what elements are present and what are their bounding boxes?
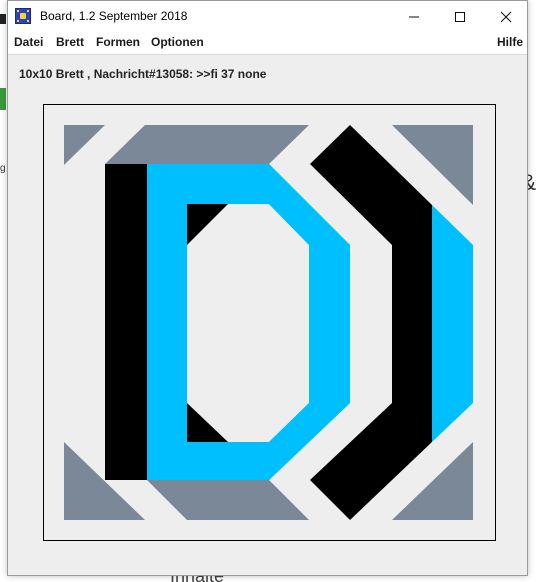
background-fragment — [0, 14, 6, 24]
minimize-icon — [409, 16, 419, 17]
status-message: 10x10 Brett , Nachricht#13058: >>fi 37 n… — [19, 67, 267, 81]
board-window: Board, 1.2 September 2018 Datei Brett Fo… — [7, 0, 528, 576]
board-shape-black — [187, 204, 228, 245]
maximize-icon — [455, 11, 465, 22]
menu-formen[interactable]: Formen — [96, 35, 140, 49]
board-shape-cyan — [432, 205, 473, 442]
maximize-button[interactable] — [437, 1, 483, 32]
menu-bar: Datei Brett Formen Optionen Hilfe — [8, 32, 527, 55]
menu-datei[interactable]: Datei — [14, 35, 43, 49]
board-shape-gray — [105, 125, 309, 164]
menu-optionen[interactable]: Optionen — [151, 35, 204, 49]
board-app-icon[interactable] — [15, 8, 31, 24]
menu-hilfe[interactable]: Hilfe — [497, 35, 523, 49]
background-text-fragment: g — [0, 163, 6, 174]
title-bar[interactable]: Board, 1.2 September 2018 — [8, 1, 527, 32]
board-shape-gray — [147, 480, 309, 520]
board-canvas[interactable] — [43, 104, 496, 541]
minimize-button[interactable] — [391, 1, 437, 32]
background-app-right: & — [521, 0, 536, 582]
board-shape-black — [105, 164, 147, 480]
background-fragment — [0, 88, 6, 110]
board-shape-black — [187, 403, 228, 442]
board-shape-gray — [64, 125, 105, 165]
board-drawing — [64, 125, 473, 520]
window-title: Board, 1.2 September 2018 — [40, 9, 188, 23]
close-button[interactable] — [483, 1, 529, 32]
close-icon — [500, 11, 512, 22]
menu-brett[interactable]: Brett — [56, 35, 84, 49]
board-shape-cyan — [147, 164, 350, 480]
